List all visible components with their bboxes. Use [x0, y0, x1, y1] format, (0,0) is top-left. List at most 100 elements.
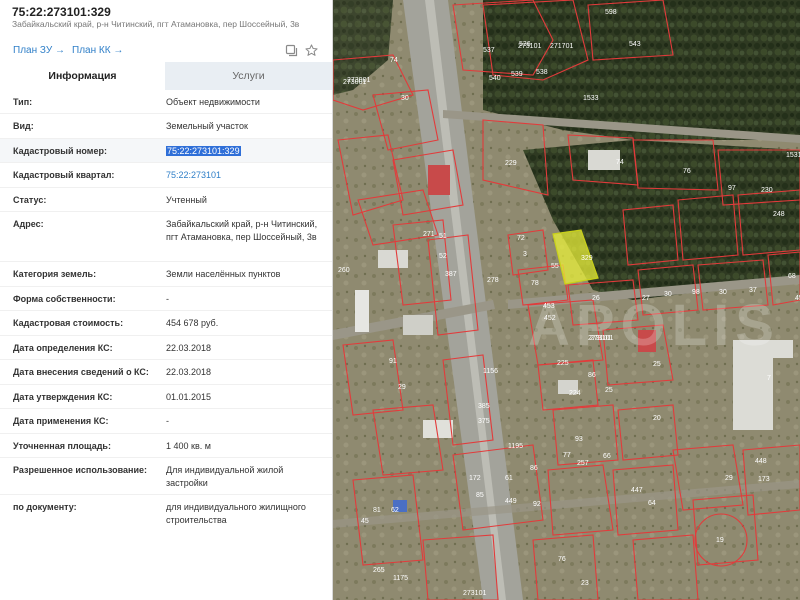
info-panel: 75:22:273101:329 Забайкальский край, р-н…	[0, 0, 333, 600]
row-area: Уточненная площадь: 1 400 кв. м	[0, 434, 332, 458]
parcel-number-label: 29	[725, 475, 733, 482]
row-label: Форма собственности:	[13, 294, 116, 304]
row-address: Адрес: Забайкальский край, р-н Читинский…	[0, 212, 332, 262]
map-canvas[interactable]: APOLIS 598537536 271701 543540539 538153374…	[333, 0, 800, 600]
row-label: Кадастровая стоимость:	[13, 318, 124, 328]
parcel-number-label: 248	[773, 211, 785, 218]
parcel-number-label: 598	[605, 9, 617, 16]
parcel-number-label: 26	[592, 295, 600, 302]
row-value[interactable]: 75:22:273101:329	[166, 145, 324, 158]
row-cost-approval-date: Дата утверждения КС: 01.01.2015	[0, 385, 332, 409]
row-status: Статус: Учтенный	[0, 188, 332, 212]
parcel-number-label: 540	[489, 75, 501, 82]
parcel-number-label: 74	[616, 159, 624, 166]
parcel-number-label: 77	[563, 452, 571, 459]
tab-info[interactable]: Информация	[0, 62, 165, 90]
parcel-number-label: 72	[517, 235, 525, 242]
building	[428, 165, 450, 195]
parcel-number-label: 30	[401, 95, 409, 102]
parcel-number-label: 91	[389, 358, 397, 365]
row-label: Дата утверждения КС:	[13, 392, 113, 402]
row-value: 01.01.2015	[166, 392, 212, 402]
parcel-number-label: 1531	[786, 152, 800, 159]
row-cost-entry-date: Дата внесения сведений о КС: 22.03.2018	[0, 360, 332, 385]
star-icon[interactable]	[303, 42, 319, 58]
cadastral-number-value[interactable]: 75:22:273101:329	[166, 146, 241, 156]
cadastral-quarter-link[interactable]: 75:22:273101	[166, 169, 324, 182]
building	[403, 315, 433, 335]
row-cost-determination-date: Дата определения КС: 22.03.2018	[0, 336, 332, 360]
row-cost-application-date: Дата применения КС: -	[0, 409, 332, 434]
parcel-number-label: 20	[653, 415, 661, 422]
plan-kk-link[interactable]: План КК →	[72, 45, 123, 56]
parcel-number-label: 260	[338, 267, 350, 274]
parcel-number-label: 19	[716, 537, 724, 544]
parcel-number-label: 23	[581, 580, 589, 587]
parcel-number-label: 1195	[508, 443, 523, 450]
plan-zu-link[interactable]: План ЗУ →	[13, 45, 65, 56]
row-label: Тип:	[13, 97, 33, 107]
parcel-number-label: 3	[523, 251, 527, 258]
building	[355, 290, 369, 332]
parcel-number-label: 173	[758, 476, 770, 483]
quarter-label: 273101	[590, 335, 613, 342]
parcel-number-label: 329	[581, 255, 593, 262]
parcel-number-label: 51	[439, 233, 447, 240]
parcel-number-label: 81	[373, 507, 381, 514]
parcel-number-label: 55	[551, 263, 559, 270]
parcel-number-label: 278	[487, 277, 499, 284]
row-value: Для индивидуальной жилой застройки	[166, 465, 284, 488]
watermark-text: APOLIS	[528, 293, 780, 358]
parcel-number-label: 230	[761, 187, 773, 194]
parcel-number-label: 93	[575, 436, 583, 443]
parcel-number-label: 29	[398, 384, 406, 391]
copy-icon[interactable]	[283, 42, 299, 58]
parcel-number-label: 25	[653, 361, 661, 368]
row-label: Кадастровый квартал:	[13, 170, 115, 180]
parcel-number-label: 45	[361, 518, 369, 525]
row-by-document: по документу: для индивидуального жилищн…	[0, 495, 332, 535]
row-label: Адрес:	[13, 219, 44, 229]
parcel-number-label: 76	[558, 556, 566, 563]
row-label: Разрешенное использование:	[13, 465, 147, 475]
parcel-number-label: 25	[605, 387, 613, 394]
parcel-number-label: 92	[533, 501, 541, 508]
row-label: по документу:	[13, 502, 77, 512]
row-value: 1 400 кв. м	[166, 441, 211, 451]
row-label: Вид:	[13, 121, 34, 131]
row-value: Учтенный	[166, 195, 207, 205]
parcel-number-label: 271	[423, 231, 435, 238]
row-value: для индивидуального жилищного строительс…	[166, 502, 306, 525]
parcel-number-label: 539	[511, 71, 523, 78]
row-value: Земельный участок	[166, 121, 248, 131]
parcel-number-label: 452	[544, 315, 556, 322]
quarter-label: 273101	[463, 590, 486, 597]
row-permitted-use: Разрешенное использование: Для индивидуа…	[0, 458, 332, 495]
parcel-number-label: 449	[505, 498, 517, 505]
parcel-number-label: 265	[373, 567, 385, 574]
row-value: Объект недвижимости	[166, 97, 260, 107]
address-subtitle: Забайкальский край, р-н Читинский, пгт А…	[12, 19, 300, 29]
parcel-number-label: 98	[692, 289, 700, 296]
parcel-number-label: 1533	[583, 95, 599, 102]
parcel-number-label: 172	[469, 475, 481, 482]
parcel-number-label: 68	[788, 273, 796, 280]
parcel-number-label: 62	[391, 507, 399, 514]
satellite-map[interactable]: APOLIS 598 537 536 271701 543 540 539 538 1533 74…	[333, 0, 800, 600]
parcel-number-label: 85	[476, 492, 484, 499]
parcel-number-label: 30	[719, 289, 727, 296]
parcel-number-label: 76	[683, 168, 691, 175]
row-type: Тип: Объект недвижимости	[0, 90, 332, 114]
row-value: 22.03.2018	[166, 343, 212, 353]
row-value: Забайкальский край, р-н Читинский, пгт А…	[166, 219, 318, 242]
row-value: -	[166, 294, 169, 304]
parcel-number-label: 30	[664, 291, 672, 298]
row-label: Статус:	[13, 195, 47, 205]
parcel-number-label: 229	[505, 160, 517, 167]
building	[378, 250, 408, 268]
parcel-number-label: 52	[439, 253, 447, 260]
parcel-number-label: 385	[478, 403, 490, 410]
parcel-number-label: 543	[629, 41, 641, 48]
parcel-number-label: 257	[577, 460, 589, 467]
tab-services[interactable]: Услуги	[165, 62, 332, 90]
